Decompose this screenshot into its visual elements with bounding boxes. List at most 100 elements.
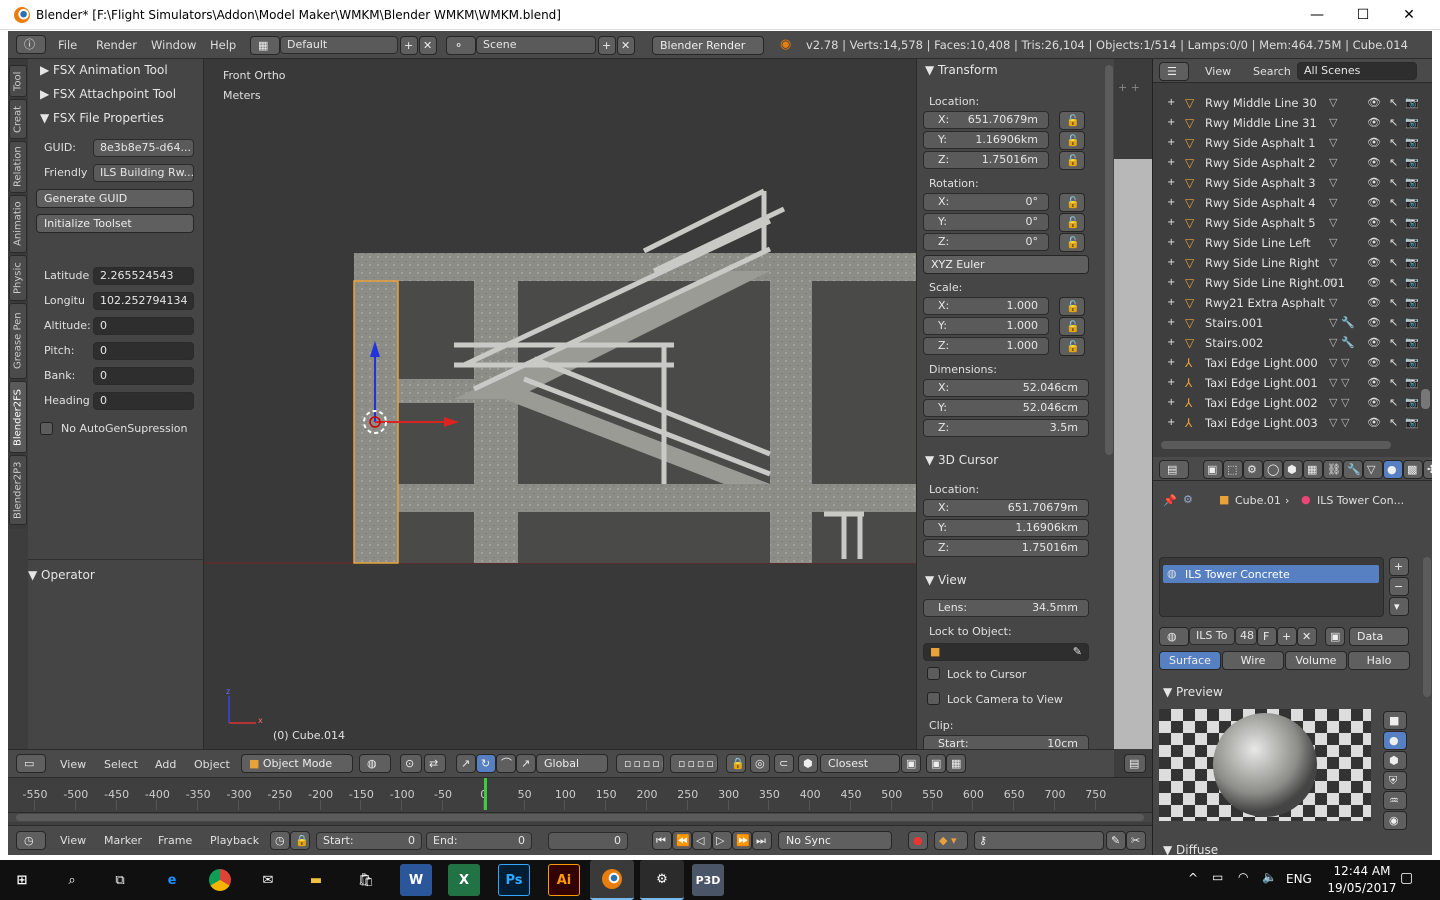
outliner-item[interactable]: + ⅄ Taxi Edge Light.003 ▽ ▽ 👁 ↖ 📷 <box>1153 413 1432 433</box>
visibility-eye-icon[interactable]: 👁 <box>1367 333 1381 353</box>
select-cursor-icon[interactable]: ↖ <box>1389 233 1398 253</box>
render-camera-icon[interactable]: 📷 <box>1405 393 1419 413</box>
lock-object-field[interactable]: ■ ✎ <box>923 643 1089 661</box>
excel-icon[interactable]: X <box>448 864 480 896</box>
rotation-0-lock-icon[interactable]: 🔓 <box>1059 193 1085 212</box>
expand-icon[interactable]: + <box>1167 373 1175 393</box>
steam-icon[interactable]: ⚙ <box>640 860 684 900</box>
action-center-icon[interactable]: ▢ <box>1400 870 1413 886</box>
layer-buttons-2[interactable]: ▫▫▫▫▫ <box>670 754 718 773</box>
outliner-item[interactable]: + ⅄ Taxi Edge Light.000 ▽ ▽ 👁 ↖ 📷 <box>1153 353 1432 373</box>
delete-layout-icon[interactable]: ✕ <box>419 36 437 55</box>
preview-type-icon-3[interactable]: ⛨ <box>1383 771 1407 790</box>
lock-camera-checkbox[interactable] <box>927 692 940 705</box>
menu-help[interactable]: Help <box>210 38 236 52</box>
select-cursor-icon[interactable]: ↖ <box>1389 93 1398 113</box>
location-0-field[interactable]: X: 651.70679m <box>923 111 1049 129</box>
scale-1-field[interactable]: Y: 1.000 <box>923 317 1049 335</box>
start-button[interactable]: ⊞ <box>6 864 38 896</box>
keying-set-icon[interactable]: ◆ ▾ <box>934 831 968 850</box>
outliner-item[interactable]: + ⅄ Taxi Edge Light.001 ▽ ▽ 👁 ↖ 📷 <box>1153 373 1432 393</box>
render-engine-dropdown[interactable]: Blender Render <box>652 36 764 55</box>
viewport-shading-icon[interactable]: ◍ <box>359 754 391 773</box>
outliner-view-menu[interactable]: View <box>1205 65 1231 78</box>
3d-view-editor-icon[interactable]: ▭ <box>16 754 46 773</box>
no-autogen-checkbox[interactable] <box>40 422 53 435</box>
remove-material-slot-button[interactable]: − <box>1389 577 1409 596</box>
select-cursor-icon[interactable]: ↖ <box>1389 193 1398 213</box>
rotation-mode-dropdown[interactable]: XYZ Euler <box>923 255 1089 274</box>
menu-select[interactable]: Select <box>104 758 138 771</box>
outliner-item[interactable]: + ▽ Rwy Middle Line 31 ▽ 👁 ↖ 📷 <box>1153 113 1432 133</box>
properties-tab-icon-11[interactable]: ✣ <box>1423 460 1432 479</box>
volume-icon[interactable]: 🔈 <box>1262 870 1277 884</box>
record-icon[interactable]: ● <box>908 831 928 850</box>
properties-tab-icon-3[interactable]: ◯ <box>1263 460 1283 479</box>
screen-layout-field[interactable]: Default <box>280 36 398 54</box>
jump-keyframe-forward-icon[interactable]: ⏩ <box>732 831 752 850</box>
material-link-dropdown[interactable]: Data <box>1349 627 1409 646</box>
sync-mode-dropdown[interactable]: No Sync <box>778 831 892 850</box>
play-icon[interactable]: ▷ <box>712 831 732 850</box>
outliner-item[interactable]: + ▽ Rwy Side Line Left ▽ 👁 ↖ 📷 <box>1153 233 1432 253</box>
photoshop-icon[interactable]: Ps <box>498 864 530 896</box>
snap-target-dropdown[interactable]: Closest <box>820 754 900 773</box>
select-cursor-icon[interactable]: ↖ <box>1389 213 1398 233</box>
render-camera-icon[interactable]: 📷 <box>1405 273 1419 293</box>
expand-icon[interactable]: + <box>1167 233 1175 253</box>
opengl-render-icon[interactable]: ▣ <box>926 754 946 773</box>
rotation-2-lock-icon[interactable]: 🔓 <box>1059 233 1085 252</box>
preview-type-icon-2[interactable]: ⬢ <box>1383 751 1407 770</box>
outliner-search-menu[interactable]: Search <box>1253 65 1291 78</box>
material-type-tab-wire[interactable]: Wire <box>1222 651 1284 670</box>
dimensions-0-field[interactable]: X: 52.046cm <box>923 379 1089 397</box>
guid-field[interactable]: 8e3b8e75-d64... <box>93 139 194 157</box>
expand-icon[interactable]: + <box>1167 213 1175 233</box>
3d-viewport[interactable]: Front Ortho Meters z x (0) Cube.014 <box>204 59 916 749</box>
outliner-editor-icon[interactable]: ☰ <box>1159 62 1189 81</box>
pivot-point-icon[interactable]: ⊙ <box>400 754 422 773</box>
visibility-eye-icon[interactable]: 👁 <box>1367 353 1381 373</box>
expand-icon[interactable]: + <box>1167 193 1175 213</box>
unlink-material-button[interactable]: ✕ <box>1297 627 1317 646</box>
snap-element-icon[interactable]: ⬢ <box>798 754 818 773</box>
generate-guid-button[interactable]: Generate GUID <box>36 189 194 208</box>
expand-icon[interactable]: + <box>1167 153 1175 173</box>
illustrator-icon[interactable]: Ai <box>548 864 580 896</box>
jump-keyframe-back-icon[interactable]: ⏪ <box>672 831 692 850</box>
add-layout-icon[interactable]: + <box>400 36 418 55</box>
active-keying-set-field[interactable]: ⚷ <box>974 831 1104 850</box>
material-type-tab-surface[interactable]: Surface <box>1159 651 1221 670</box>
timeline-scrollbar[interactable] <box>16 814 1144 821</box>
expand-icon[interactable]: + <box>1167 93 1175 113</box>
select-cursor-icon[interactable]: ↖ <box>1389 173 1398 193</box>
expand-icon[interactable]: + <box>1167 333 1175 353</box>
timeline-frame-menu[interactable]: Frame <box>158 834 192 847</box>
scale-0-lock-icon[interactable]: 🔓 <box>1059 297 1085 316</box>
expand-icon[interactable]: + <box>1167 413 1175 433</box>
insert-keyframe-icon[interactable]: ✎ <box>1106 831 1126 850</box>
properties-tab-icon-1[interactable]: ⬚ <box>1223 460 1243 479</box>
location-1-lock-icon[interactable]: 🔓 <box>1059 131 1085 150</box>
render-camera-icon[interactable]: 📷 <box>1405 133 1419 153</box>
outliner-item[interactable]: + ▽ Rwy Side Asphalt 1 ▽ 👁 ↖ 📷 <box>1153 133 1432 153</box>
material-specials-button[interactable]: ▾ <box>1389 597 1409 616</box>
location-1-field[interactable]: Y: 1.16906km <box>923 131 1049 149</box>
pin-icon[interactable]: 📌 <box>1163 494 1177 507</box>
rotation-1-lock-icon[interactable]: 🔓 <box>1059 213 1085 232</box>
render-camera-icon[interactable]: 📷 <box>1405 313 1419 333</box>
visibility-eye-icon[interactable]: 👁 <box>1367 413 1381 433</box>
opengl-anim-icon[interactable]: ▦ <box>946 754 966 773</box>
field-value-4[interactable]: 0 <box>93 367 194 385</box>
render-camera-icon[interactable]: 📷 <box>1405 93 1419 113</box>
tab-tool[interactable]: Tool <box>9 65 27 97</box>
scene-icon[interactable]: ⚬ <box>446 36 476 55</box>
properties-tab-icon-4[interactable]: ⬢ <box>1283 460 1303 479</box>
properties-tab-icon-9[interactable]: ● <box>1383 460 1403 479</box>
field-value-0[interactable]: 2.265524543 <box>93 267 194 285</box>
jump-end-icon[interactable]: ⏭ <box>752 831 772 850</box>
render-camera-icon[interactable]: 📷 <box>1405 113 1419 133</box>
visibility-eye-icon[interactable]: 👁 <box>1367 133 1381 153</box>
diffuse-header[interactable]: ▼ Diffuse <box>1153 839 1432 855</box>
outliner-item[interactable]: + ▽ Rwy21 Extra Asphalt ▽ 👁 ↖ 📷 <box>1153 293 1432 313</box>
